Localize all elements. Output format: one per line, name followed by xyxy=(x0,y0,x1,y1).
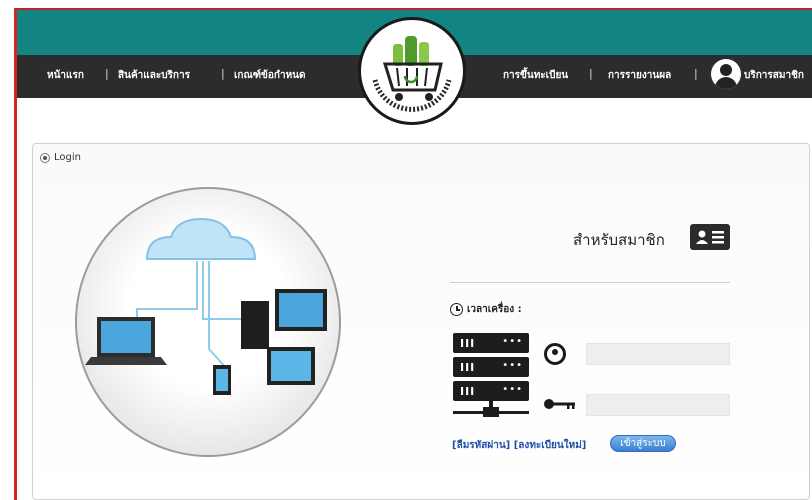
password-input[interactable] xyxy=(587,396,729,417)
username-icon xyxy=(544,343,566,365)
member-user-icon[interactable] xyxy=(711,59,741,89)
green-cart-logo-icon xyxy=(372,36,452,112)
nav-separator: | xyxy=(694,67,698,80)
radio-dot-icon xyxy=(40,152,50,163)
member-title: สำหรับสมาชิก xyxy=(573,231,665,249)
nav-item-member-service[interactable]: บริการสมาชิก xyxy=(744,68,804,83)
server-icon: III ••• III ••• III ••• xyxy=(453,333,529,423)
cloud-devices-icon xyxy=(85,217,327,395)
login-tab[interactable]: Login xyxy=(40,152,81,163)
account-links: [ลืมรหัสผ่าน] [ลงทะเบียนใหม่] xyxy=(452,438,586,453)
divider xyxy=(450,282,730,283)
username-input[interactable] xyxy=(587,345,729,366)
site-logo[interactable] xyxy=(358,17,466,125)
cloud-network-illustration xyxy=(75,187,341,457)
password-field[interactable] xyxy=(586,394,730,417)
login-button[interactable]: เข้าสู่ระบบ xyxy=(610,435,676,452)
machine-time-label: เวลาเครื่อง : xyxy=(467,304,522,315)
nav-item-products[interactable]: สินค้าและบริการ xyxy=(118,68,190,83)
register-link[interactable]: [ลงทะเบียนใหม่] xyxy=(514,440,587,451)
nav-item-home[interactable]: หน้าแรก xyxy=(47,68,84,83)
page: หน้าแรก | สินค้าและบริการ | เกณฑ์ข้อกำหน… xyxy=(0,0,812,500)
member-card-icon xyxy=(690,224,730,250)
key-icon xyxy=(544,399,575,409)
frame-left-border xyxy=(14,8,17,500)
nav-separator: | xyxy=(105,67,109,80)
nav-separator: | xyxy=(589,67,593,80)
frame-top-border xyxy=(14,8,812,10)
clock-icon xyxy=(450,303,463,316)
login-tab-label: Login xyxy=(54,152,81,163)
nav-item-criteria[interactable]: เกณฑ์ข้อกำหนด xyxy=(234,68,305,83)
nav-item-report[interactable]: การรายงานผล xyxy=(608,68,671,83)
forgot-password-link[interactable]: [ลืมรหัสผ่าน] xyxy=(452,440,510,451)
nav-item-registration[interactable]: การขึ้นทะเบียน xyxy=(503,68,568,83)
nav-separator: | xyxy=(221,67,225,80)
machine-time-row: เวลาเครื่อง : xyxy=(450,302,522,317)
username-field[interactable] xyxy=(586,343,730,366)
